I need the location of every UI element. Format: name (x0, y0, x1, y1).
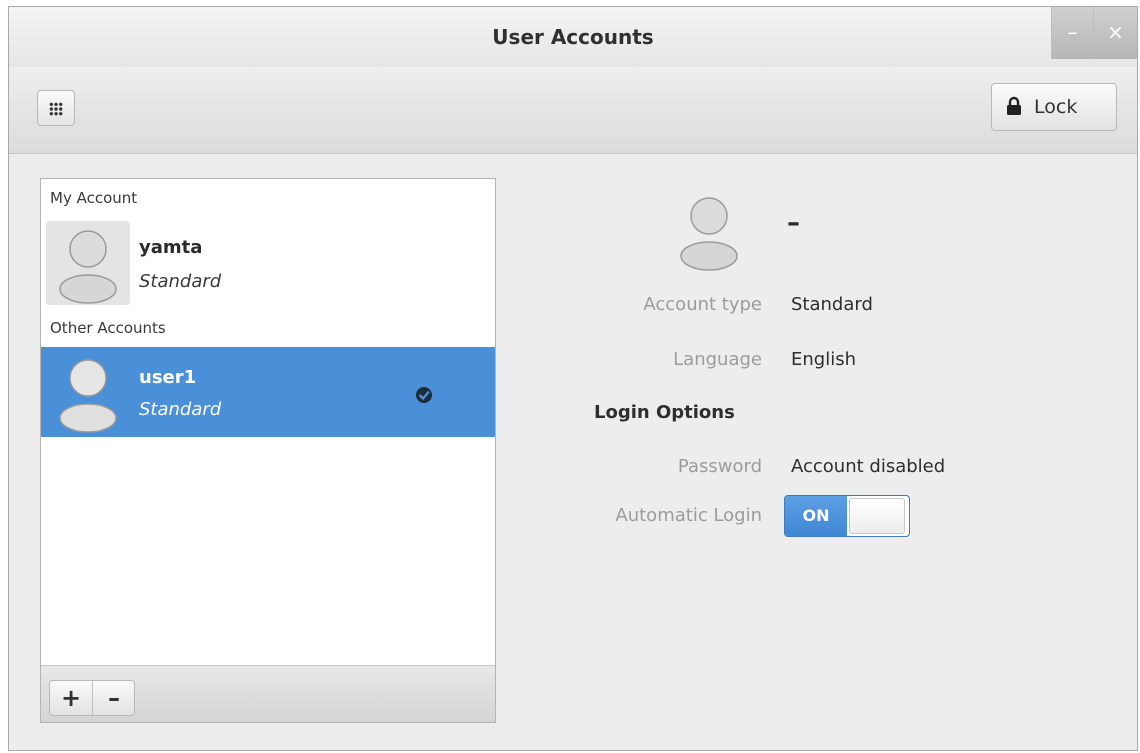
check-icon (416, 387, 432, 403)
avatar (46, 350, 130, 434)
add-remove-group: + – (49, 680, 135, 716)
avatar (46, 221, 130, 305)
account-type: Standard (139, 271, 222, 292)
app-grid-icon (49, 102, 63, 116)
automatic-login-switch[interactable]: ON (784, 495, 910, 537)
toolbar: Lock (9, 67, 1137, 154)
user-avatar-icon (59, 359, 117, 433)
accounts-list-footer: + – (41, 665, 495, 722)
account-details: – Account type Standard Language English… (499, 178, 1119, 723)
password-value[interactable]: Account disabled (791, 456, 945, 477)
my-account-section-label: My Account (50, 189, 138, 207)
account-type-value[interactable]: Standard (791, 294, 873, 315)
account-type: Standard (139, 399, 222, 420)
add-user-button[interactable]: + (50, 681, 93, 715)
password-label: Password (677, 456, 762, 477)
lock-button[interactable]: Lock (991, 83, 1117, 131)
account-name: user1 (139, 367, 197, 388)
detail-avatar[interactable] (667, 188, 751, 272)
user-avatar-icon (59, 230, 117, 304)
other-accounts-section-label: Other Accounts (50, 319, 166, 337)
language-value[interactable]: English (791, 349, 856, 370)
show-all-settings-button[interactable] (37, 90, 75, 126)
accounts-list: My Account yamta Standard Other Accounts… (40, 178, 496, 723)
switch-knob[interactable] (849, 498, 905, 534)
login-options-heading: Login Options (594, 402, 735, 423)
remove-user-button[interactable]: – (93, 681, 135, 715)
language-label: Language (673, 349, 762, 370)
window-title: User Accounts (492, 25, 654, 49)
switch-on-label: ON (785, 496, 847, 536)
title-bar[interactable]: User Accounts – × (9, 7, 1137, 68)
account-type-label: Account type (643, 294, 762, 315)
lock-icon (1007, 96, 1021, 115)
account-name: yamta (139, 237, 203, 258)
close-button[interactable]: × (1093, 7, 1137, 59)
automatic-login-label: Automatic Login (615, 505, 762, 526)
full-name-field[interactable]: – (787, 208, 800, 238)
lock-label: Lock (1034, 96, 1078, 118)
account-row-user1[interactable]: user1 Standard (41, 347, 495, 437)
user-accounts-window: User Accounts – × Lock My Account yamta (8, 6, 1138, 751)
minimize-button[interactable]: – (1051, 7, 1093, 59)
user-avatar-icon (680, 197, 738, 271)
account-row-yamta[interactable]: yamta Standard (41, 219, 495, 307)
